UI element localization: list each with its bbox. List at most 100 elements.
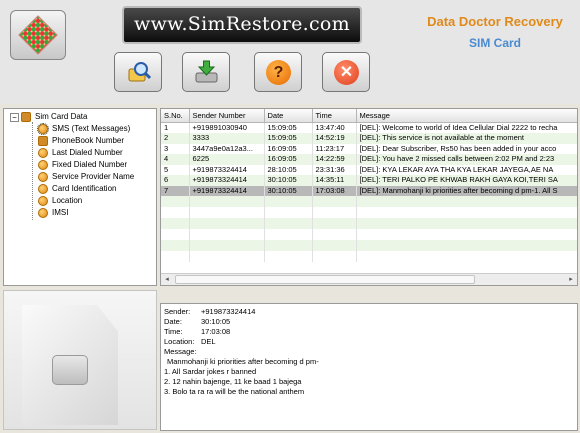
card-id-icon bbox=[38, 183, 48, 194]
table-row[interactable]: 3 3447a9e0a12a3... 16:09:05 11:23:17 [DE… bbox=[161, 143, 577, 154]
table-row[interactable]: 1 +919891030940 15:09:05 13:47:40 [DEL]:… bbox=[161, 122, 577, 133]
tree-item-phonebook[interactable]: PhoneBook Number bbox=[38, 135, 124, 147]
tree-item-location[interactable]: Location bbox=[38, 195, 82, 207]
cell-message: [DEL]: You have 2 missed calls between 2… bbox=[356, 154, 577, 165]
cell-time: 14:35:11 bbox=[312, 175, 357, 186]
tree-item-label: Card Identification bbox=[52, 184, 117, 193]
cell-time: 11:23:17 bbox=[312, 143, 357, 154]
cell-sender: +919873324414 bbox=[189, 175, 265, 186]
detail-message-line: 3. Bolo ta ra ra will be the national an… bbox=[164, 387, 305, 396]
cell-sno: 7 bbox=[161, 185, 190, 196]
detail-message-line: 2. 12 nahin bajenge, 11 ke baad 1 bajega bbox=[164, 377, 302, 386]
detail-sender-value: +919873324414 bbox=[201, 307, 256, 316]
location-icon bbox=[38, 195, 48, 206]
cell-message: [DEL]: This service is not available at … bbox=[356, 133, 577, 144]
cell-date: 15:09:05 bbox=[264, 122, 313, 133]
save-button[interactable] bbox=[182, 52, 230, 92]
detail-sender-label: Sender: bbox=[164, 307, 191, 316]
tree-item-imsi[interactable]: IMSI bbox=[38, 207, 68, 219]
sms-envelope-icon bbox=[37, 122, 49, 135]
table-row[interactable]: 6 +919873324414 30:10:05 14:35:11 [DEL]:… bbox=[161, 175, 577, 186]
tree-item-card-identification[interactable]: Card Identification bbox=[38, 183, 116, 195]
cell-date: 30:10:05 bbox=[264, 185, 313, 196]
tree-item-service-provider[interactable]: Service Provider Name bbox=[38, 171, 134, 183]
tree-item-label: IMSI bbox=[52, 208, 69, 217]
cell-date: 30:10:05 bbox=[264, 175, 313, 186]
column-header-time[interactable]: Time bbox=[312, 109, 357, 123]
cell-sender: +919873324414 bbox=[189, 185, 265, 196]
tree-item-label: SMS (Text Messages) bbox=[52, 124, 131, 133]
column-header-message[interactable]: Message bbox=[356, 109, 577, 123]
tree-root-label: Sim Card Data bbox=[35, 112, 88, 121]
tree-item-label: Location bbox=[52, 196, 83, 205]
detail-time-label: Time: bbox=[164, 327, 183, 336]
cell-message: [DEL]: Manmohanji ki priorities after be… bbox=[356, 185, 577, 196]
horizontal-scrollbar[interactable]: ◂ ▸ bbox=[161, 273, 577, 285]
tree-item-fixed-dialed[interactable]: Fixed Dialed Number bbox=[38, 159, 127, 171]
cell-sno: 6 bbox=[161, 175, 190, 186]
cell-date: 16:09:05 bbox=[264, 143, 313, 154]
detail-sender-row: Sender: +919873324414 bbox=[164, 307, 574, 317]
cell-sender: 3447a9e0a12a3... bbox=[189, 143, 265, 154]
sim-chip-icon bbox=[52, 355, 88, 385]
empty-row bbox=[161, 196, 577, 207]
search-icon bbox=[128, 62, 151, 82]
detail-location-label: Location: bbox=[164, 337, 195, 346]
detail-time-row: Time: 17:03:08 bbox=[164, 327, 574, 337]
tree-item-last-dialed[interactable]: Last Dialed Number bbox=[38, 147, 123, 159]
app-header: www.SimRestore.com Data Doctor Recovery … bbox=[0, 0, 580, 104]
tree-item-label: Fixed Dialed Number bbox=[52, 160, 128, 169]
cell-sender: 6225 bbox=[189, 154, 265, 165]
column-header-sno[interactable]: S.No. bbox=[161, 109, 190, 123]
empty-row bbox=[161, 218, 577, 229]
detail-location-row: Location: DEL bbox=[164, 337, 574, 347]
tree-root-sim-card-data[interactable]: Sim Card Data bbox=[21, 111, 87, 123]
column-header-sender[interactable]: Sender Number bbox=[189, 109, 265, 123]
exit-button[interactable]: ✕ bbox=[322, 52, 370, 92]
messages-table-panel: S.No. Sender Number Date Time Message 1 … bbox=[160, 108, 578, 286]
site-banner[interactable]: www.SimRestore.com bbox=[122, 6, 362, 44]
tree-connector-line bbox=[32, 122, 33, 220]
dotted-diamond-logo-icon bbox=[18, 15, 58, 55]
detail-message-line: Manmohanji ki priorities after becoming … bbox=[167, 357, 319, 366]
scroll-left-arrow-icon[interactable]: ◂ bbox=[161, 274, 173, 285]
exit-icon: ✕ bbox=[334, 60, 359, 85]
tree-item-label: PhoneBook Number bbox=[52, 136, 125, 145]
table-row[interactable]: 2 3333 15:09:05 14:52:19 [DEL]: This ser… bbox=[161, 133, 577, 144]
cell-sno: 5 bbox=[161, 164, 190, 175]
search-button[interactable] bbox=[114, 52, 162, 92]
cell-message: [DEL]: Welcome to world of Idea Cellular… bbox=[356, 122, 577, 133]
scrollbar-thumb[interactable] bbox=[175, 275, 475, 284]
tree-item-label: Service Provider Name bbox=[52, 172, 135, 181]
cell-time: 14:22:59 bbox=[312, 154, 357, 165]
scroll-right-arrow-icon[interactable]: ▸ bbox=[565, 274, 577, 285]
message-detail-panel[interactable]: Sender: +919873324414 Date: 30:10:05 Tim… bbox=[160, 303, 578, 431]
cell-message: [DEL]: KYA LEKAR AYA THA KYA LEKAR JAYEG… bbox=[356, 164, 577, 175]
cell-sender: +919873324414 bbox=[189, 164, 265, 175]
detail-message-label: Message: bbox=[164, 347, 197, 356]
empty-row bbox=[161, 207, 577, 218]
tree-collapse-toggle[interactable]: − bbox=[10, 113, 19, 122]
cell-sno: 2 bbox=[161, 133, 190, 144]
cell-time: 23:31:36 bbox=[312, 164, 357, 175]
cell-time: 14:52:19 bbox=[312, 133, 357, 144]
tree-item-label: Last Dialed Number bbox=[52, 148, 123, 157]
table-row[interactable]: 5 +919873324414 28:10:05 23:31:36 [DEL]:… bbox=[161, 164, 577, 175]
app-logo bbox=[10, 10, 66, 60]
help-button[interactable]: ? bbox=[254, 52, 302, 92]
provider-icon bbox=[38, 171, 48, 182]
sim-card-image-panel bbox=[3, 290, 157, 430]
tree-item-sms[interactable]: SMS (Text Messages) bbox=[37, 122, 131, 135]
cell-sno: 4 bbox=[161, 154, 190, 165]
phone-icon bbox=[38, 159, 48, 170]
table-row[interactable]: 4 6225 16:09:05 14:22:59 [DEL]: You have… bbox=[161, 154, 577, 165]
table-row-selected[interactable]: 7 +919873324414 30:10:05 17:03:08 [DEL]:… bbox=[161, 185, 577, 196]
sim-card-icon bbox=[22, 305, 118, 425]
column-header-date[interactable]: Date bbox=[264, 109, 313, 123]
cell-date: 28:10:05 bbox=[264, 164, 313, 175]
help-icon: ? bbox=[266, 60, 291, 85]
save-icon bbox=[195, 60, 218, 83]
table-header-row: S.No. Sender Number Date Time Message bbox=[161, 109, 577, 123]
cell-time: 13:47:40 bbox=[312, 122, 357, 133]
cell-date: 15:09:05 bbox=[264, 133, 313, 144]
